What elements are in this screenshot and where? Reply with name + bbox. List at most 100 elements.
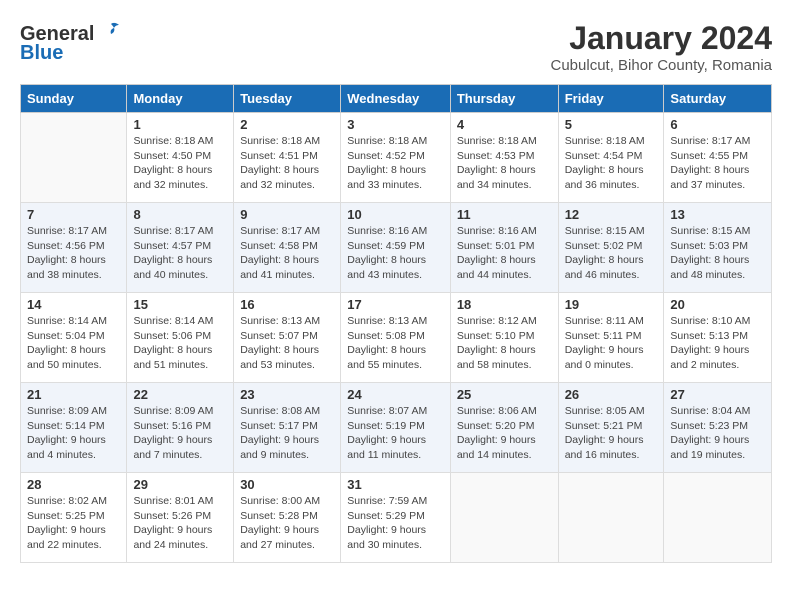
day-number: 17: [347, 297, 444, 312]
calendar-cell: 9 Sunrise: 8:17 AM Sunset: 4:58 PM Daylig…: [234, 203, 341, 293]
calendar-cell: 27Sunrise: 8:04 AM Sunset: 5:23 PM Dayli…: [664, 383, 772, 473]
day-info: Sunrise: 8:07 AM Sunset: 5:19 PM Dayligh…: [347, 404, 444, 463]
day-number: 20: [670, 297, 765, 312]
day-number: 26: [565, 387, 658, 402]
day-number: 4: [457, 117, 552, 132]
calendar-cell: 21 Sunrise: 8:09 AM Sunset: 5:14 PM Dayli…: [21, 383, 127, 473]
day-number: 7: [27, 207, 120, 222]
calendar-week-row: 1 Sunrise: 8:18 AM Sunset: 4:50 PM Daylig…: [21, 113, 772, 203]
day-info: Sunrise: 8:06 AM Sunset: 5:20 PM Dayligh…: [457, 404, 552, 463]
day-info: Sunrise: 8:02 AM Sunset: 5:25 PM Dayligh…: [27, 494, 120, 553]
day-info: Sunrise: 8:14 AM Sunset: 5:04 PM Dayligh…: [27, 314, 120, 373]
header-wednesday: Wednesday: [341, 85, 451, 113]
header-sunday: Sunday: [21, 85, 127, 113]
day-info: Sunrise: 8:13 AM Sunset: 5:08 PM Dayligh…: [347, 314, 444, 373]
calendar-cell: 19Sunrise: 8:11 AM Sunset: 5:11 PM Dayli…: [558, 293, 664, 383]
day-number: 6: [670, 117, 765, 132]
header-friday: Friday: [558, 85, 664, 113]
calendar-cell: 2 Sunrise: 8:18 AM Sunset: 4:51 PM Daylig…: [234, 113, 341, 203]
day-number: 1: [133, 117, 227, 132]
day-info: Sunrise: 8:16 AM Sunset: 4:59 PM Dayligh…: [347, 224, 444, 283]
day-info: Sunrise: 8:13 AM Sunset: 5:07 PM Dayligh…: [240, 314, 334, 373]
day-number: 12: [565, 207, 658, 222]
header-monday: Monday: [127, 85, 234, 113]
calendar-cell: 30 Sunrise: 8:00 AM Sunset: 5:28 PM Dayli…: [234, 473, 341, 563]
day-number: 15: [133, 297, 227, 312]
calendar-cell: 25 Sunrise: 8:06 AM Sunset: 5:20 PM Dayli…: [450, 383, 558, 473]
calendar-cell: [558, 473, 664, 563]
calendar-cell: 1 Sunrise: 8:18 AM Sunset: 4:50 PM Daylig…: [127, 113, 234, 203]
header-tuesday: Tuesday: [234, 85, 341, 113]
day-number: 18: [457, 297, 552, 312]
day-info: Sunrise: 8:18 AM Sunset: 4:51 PM Dayligh…: [240, 134, 334, 193]
calendar-cell: 24 Sunrise: 8:07 AM Sunset: 5:19 PM Dayli…: [341, 383, 451, 473]
day-info: Sunrise: 8:01 AM Sunset: 5:26 PM Dayligh…: [133, 494, 227, 553]
calendar-cell: 13Sunrise: 8:15 AM Sunset: 5:03 PM Dayli…: [664, 203, 772, 293]
day-info: Sunrise: 8:15 AM Sunset: 5:02 PM Dayligh…: [565, 224, 658, 283]
day-info: Sunrise: 8:17 AM Sunset: 4:55 PM Dayligh…: [670, 134, 765, 193]
day-number: 9: [240, 207, 334, 222]
calendar-cell: 7Sunrise: 8:17 AM Sunset: 4:56 PM Daylig…: [21, 203, 127, 293]
day-number: 31: [347, 477, 444, 492]
day-number: 21: [27, 387, 120, 402]
day-info: Sunrise: 8:18 AM Sunset: 4:53 PM Dayligh…: [457, 134, 552, 193]
day-info: Sunrise: 8:16 AM Sunset: 5:01 PM Dayligh…: [457, 224, 552, 283]
calendar-cell: 8Sunrise: 8:17 AM Sunset: 4:57 PM Daylig…: [127, 203, 234, 293]
page-header: General Blue January 2024 Cubulcut, Biho…: [20, 20, 772, 74]
calendar-cell: 29 Sunrise: 8:01 AM Sunset: 5:26 PM Dayli…: [127, 473, 234, 563]
day-number: 11: [457, 207, 552, 222]
day-info: Sunrise: 8:05 AM Sunset: 5:21 PM Dayligh…: [565, 404, 658, 463]
day-info: Sunrise: 8:09 AM Sunset: 5:16 PM Dayligh…: [133, 404, 227, 463]
day-number: 24: [347, 387, 444, 402]
calendar-cell: 26 Sunrise: 8:05 AM Sunset: 5:21 PM Dayli…: [558, 383, 664, 473]
logo-bird-icon: [101, 20, 121, 40]
day-number: 14: [27, 297, 120, 312]
calendar-week-row: 7Sunrise: 8:17 AM Sunset: 4:56 PM Daylig…: [21, 203, 772, 293]
day-number: 2: [240, 117, 334, 132]
calendar-cell: 10Sunrise: 8:16 AM Sunset: 4:59 PM Dayli…: [341, 203, 451, 293]
day-info: Sunrise: 8:10 AM Sunset: 5:13 PM Dayligh…: [670, 314, 765, 373]
header-saturday: Saturday: [664, 85, 772, 113]
title-block: January 2024 Cubulcut, Bihor County, Rom…: [551, 20, 773, 74]
calendar-cell: 18 Sunrise: 8:12 AM Sunset: 5:10 PM Dayli…: [450, 293, 558, 383]
calendar-cell: 12 Sunrise: 8:15 AM Sunset: 5:02 PM Dayli…: [558, 203, 664, 293]
calendar-cell: 5 Sunrise: 8:18 AM Sunset: 4:54 PM Daylig…: [558, 113, 664, 203]
day-number: 30: [240, 477, 334, 492]
day-info: Sunrise: 8:18 AM Sunset: 4:52 PM Dayligh…: [347, 134, 444, 193]
day-info: Sunrise: 8:08 AM Sunset: 5:17 PM Dayligh…: [240, 404, 334, 463]
calendar-cell: 16 Sunrise: 8:13 AM Sunset: 5:07 PM Dayli…: [234, 293, 341, 383]
day-info: Sunrise: 8:00 AM Sunset: 5:28 PM Dayligh…: [240, 494, 334, 553]
calendar-cell: 14 Sunrise: 8:14 AM Sunset: 5:04 PM Dayli…: [21, 293, 127, 383]
day-info: Sunrise: 8:17 AM Sunset: 4:58 PM Dayligh…: [240, 224, 334, 283]
day-number: 22: [133, 387, 227, 402]
calendar-cell: 20 Sunrise: 8:10 AM Sunset: 5:13 PM Dayli…: [664, 293, 772, 383]
calendar-cell: 23 Sunrise: 8:08 AM Sunset: 5:17 PM Dayli…: [234, 383, 341, 473]
day-info: Sunrise: 8:18 AM Sunset: 4:50 PM Dayligh…: [133, 134, 227, 193]
calendar-cell: 15Sunrise: 8:14 AM Sunset: 5:06 PM Dayli…: [127, 293, 234, 383]
calendar-week-row: 28 Sunrise: 8:02 AM Sunset: 5:25 PM Dayli…: [21, 473, 772, 563]
day-number: 16: [240, 297, 334, 312]
calendar-week-row: 21 Sunrise: 8:09 AM Sunset: 5:14 PM Dayli…: [21, 383, 772, 473]
day-info: Sunrise: 8:09 AM Sunset: 5:14 PM Dayligh…: [27, 404, 120, 463]
day-number: 5: [565, 117, 658, 132]
day-number: 23: [240, 387, 334, 402]
day-info: Sunrise: 8:12 AM Sunset: 5:10 PM Dayligh…: [457, 314, 552, 373]
day-info: Sunrise: 8:15 AM Sunset: 5:03 PM Dayligh…: [670, 224, 765, 283]
calendar-cell: 6 Sunrise: 8:17 AM Sunset: 4:55 PM Daylig…: [664, 113, 772, 203]
day-number: 29: [133, 477, 227, 492]
calendar-table: SundayMondayTuesdayWednesdayThursdayFrid…: [20, 84, 772, 563]
calendar-cell: [450, 473, 558, 563]
header-thursday: Thursday: [450, 85, 558, 113]
day-number: 25: [457, 387, 552, 402]
day-info: Sunrise: 8:18 AM Sunset: 4:54 PM Dayligh…: [565, 134, 658, 193]
day-number: 28: [27, 477, 120, 492]
logo-general: General: [20, 23, 94, 45]
calendar-cell: 28 Sunrise: 8:02 AM Sunset: 5:25 PM Dayli…: [21, 473, 127, 563]
calendar-cell: 22 Sunrise: 8:09 AM Sunset: 5:16 PM Dayli…: [127, 383, 234, 473]
day-number: 27: [670, 387, 765, 402]
calendar-cell: 31 Sunrise: 7:59 AM Sunset: 5:29 PM Dayli…: [341, 473, 451, 563]
day-info: Sunrise: 8:17 AM Sunset: 4:57 PM Dayligh…: [133, 224, 227, 283]
day-info: Sunrise: 7:59 AM Sunset: 5:29 PM Dayligh…: [347, 494, 444, 553]
calendar-cell: 3Sunrise: 8:18 AM Sunset: 4:52 PM Daylig…: [341, 113, 451, 203]
calendar-week-row: 14 Sunrise: 8:14 AM Sunset: 5:04 PM Dayli…: [21, 293, 772, 383]
